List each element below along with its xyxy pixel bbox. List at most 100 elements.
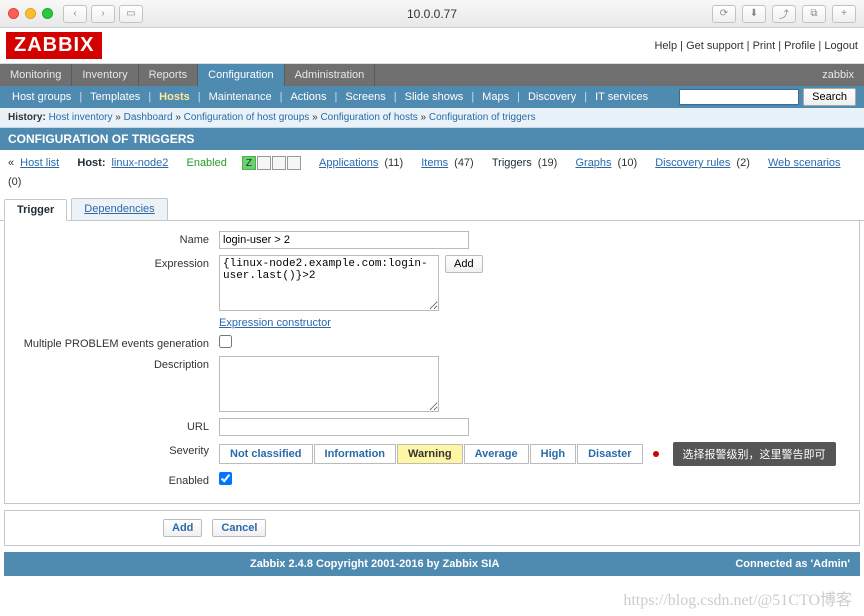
expression-constructor-link[interactable]: Expression constructor (219, 317, 331, 329)
sub-menu: Host groups| Templates| Hosts| Maintenan… (0, 86, 864, 108)
tabs-icon[interactable]: ⧉ (802, 5, 826, 23)
submenu-maps[interactable]: Maps (474, 91, 517, 103)
description-label: Description (13, 356, 219, 412)
url-display[interactable]: 10.0.0.77 (407, 7, 457, 21)
expression-textarea[interactable]: {linux-node2.example.com:login-user.last… (219, 255, 439, 311)
sev-average[interactable]: Average (464, 444, 529, 464)
search-button[interactable]: Search (803, 88, 856, 106)
applications-link[interactable]: Applications (319, 157, 378, 169)
history-bar: History: Host inventory » Dashboard » Co… (0, 108, 864, 128)
watermark: https://blog.csdn.net/@51CTO博客 (0, 576, 864, 616)
submenu-screens[interactable]: Screens (337, 91, 393, 103)
main-menu: Monitoring Inventory Reports Configurati… (0, 64, 864, 86)
minimize-window[interactable] (25, 8, 36, 19)
name-input[interactable] (219, 231, 469, 249)
submenu-templates[interactable]: Templates (82, 91, 148, 103)
expression-label: Expression (13, 255, 219, 311)
close-window[interactable] (8, 8, 19, 19)
discovery-link[interactable]: Discovery rules (655, 157, 730, 169)
snmp-avail-icon (257, 156, 271, 170)
tab-dependencies[interactable]: Dependencies (71, 198, 167, 220)
multiple-label: Multiple PROBLEM events generation (13, 335, 219, 350)
host-bar: « Host list Host: linux-node2 Enabled Z … (0, 150, 864, 194)
sev-disaster[interactable]: Disaster (577, 444, 642, 464)
connected-as: Connected as 'Admin' (735, 558, 850, 570)
maximize-window[interactable] (42, 8, 53, 19)
menu-administration[interactable]: Administration (285, 64, 376, 86)
menu-configuration[interactable]: Configuration (198, 64, 284, 86)
tabs: Trigger Dependencies (0, 194, 864, 221)
copyright: Zabbix 2.4.8 Copyright 2001-2016 by Zabb… (14, 558, 735, 570)
name-label: Name (13, 231, 219, 249)
web-link[interactable]: Web scenarios (768, 157, 841, 169)
logo-bar: ZABBIX Help | Get support | Print | Prof… (0, 28, 864, 64)
trigger-form: Name Expression {linux-node2.example.com… (4, 221, 860, 504)
sev-notclassified[interactable]: Not classified (219, 444, 313, 464)
top-links: Help | Get support | Print | Profile | L… (654, 40, 858, 52)
forward-button[interactable]: › (91, 5, 115, 23)
severity-tooltip: 选择报警级别，这里警告即可 (673, 442, 836, 466)
download-icon[interactable]: ⬇ (742, 5, 766, 23)
section-header: CONFIGURATION OF TRIGGERS (0, 128, 864, 150)
annotation-dot-icon (653, 451, 659, 457)
submenu-discovery[interactable]: Discovery (520, 91, 584, 103)
submenu-actions[interactable]: Actions (282, 91, 334, 103)
sev-warning[interactable]: Warning (397, 444, 463, 464)
back-button[interactable]: ‹ (63, 5, 87, 23)
items-link[interactable]: Items (421, 157, 448, 169)
history-conftriggers[interactable]: Configuration of triggers (429, 112, 536, 123)
add-expression-button[interactable]: Add (445, 255, 483, 273)
history-confhostgroups[interactable]: Configuration of host groups (184, 112, 310, 123)
zbx-avail-icon: Z (242, 156, 256, 170)
profile-link[interactable]: Profile (784, 40, 815, 52)
history-confhosts[interactable]: Configuration of hosts (320, 112, 417, 123)
window-controls (8, 8, 53, 19)
share-icon[interactable]: ⤴ (772, 5, 796, 23)
zabbix-logo: ZABBIX (6, 32, 102, 59)
host-label: Host: (77, 157, 105, 169)
submenu-slideshows[interactable]: Slide shows (397, 91, 472, 103)
sev-high[interactable]: High (530, 444, 576, 464)
hostlist-link[interactable]: Host list (20, 157, 59, 169)
history-label: History: (8, 112, 46, 123)
footer: Zabbix 2.4.8 Copyright 2001-2016 by Zabb… (4, 552, 860, 576)
support-link[interactable]: Get support (686, 40, 743, 52)
submenu-hosts[interactable]: Hosts (151, 91, 198, 103)
ipmi-avail-icon (287, 156, 301, 170)
sidebar-button[interactable]: ▭ (119, 5, 143, 23)
severity-label: Severity (13, 442, 219, 466)
logout-link[interactable]: Logout (824, 40, 858, 52)
submenu-maintenance[interactable]: Maintenance (201, 91, 280, 103)
description-textarea[interactable] (219, 356, 439, 412)
search-input[interactable] (679, 89, 799, 105)
graphs-link[interactable]: Graphs (575, 157, 611, 169)
submenu-hostgroups[interactable]: Host groups (4, 91, 79, 103)
host-enabled: Enabled (186, 157, 226, 169)
multiple-checkbox[interactable] (219, 335, 232, 348)
enabled-label: Enabled (13, 472, 219, 487)
help-link[interactable]: Help (654, 40, 677, 52)
enabled-checkbox[interactable] (219, 472, 232, 485)
menu-monitoring[interactable]: Monitoring (0, 64, 72, 86)
url-input[interactable] (219, 418, 469, 436)
host-name-link[interactable]: linux-node2 (111, 157, 168, 169)
availability-icons: Z (242, 156, 301, 170)
cancel-button[interactable]: Cancel (212, 519, 266, 537)
url-label: URL (13, 418, 219, 436)
tab-trigger[interactable]: Trigger (4, 199, 67, 221)
history-dashboard[interactable]: Dashboard (124, 112, 173, 123)
menu-inventory[interactable]: Inventory (72, 64, 138, 86)
menu-reports[interactable]: Reports (139, 64, 199, 86)
browser-chrome: ‹ › ▭ 10.0.0.77 ⟳ ⬇ ⤴ ⧉ + (0, 0, 864, 28)
submenu-itservices[interactable]: IT services (587, 91, 656, 103)
sev-information[interactable]: Information (314, 444, 397, 464)
reload-icon[interactable]: ⟳ (712, 5, 736, 23)
add-tab-icon[interactable]: + (832, 5, 856, 23)
add-button[interactable]: Add (163, 519, 202, 537)
jmx-avail-icon (272, 156, 286, 170)
button-bar: Add Cancel (4, 510, 860, 546)
severity-buttons: Not classified Information Warning Avera… (219, 444, 643, 464)
history-hostinventory[interactable]: Host inventory (49, 112, 113, 123)
print-link[interactable]: Print (753, 40, 776, 52)
triggers-label: Triggers (492, 157, 532, 169)
